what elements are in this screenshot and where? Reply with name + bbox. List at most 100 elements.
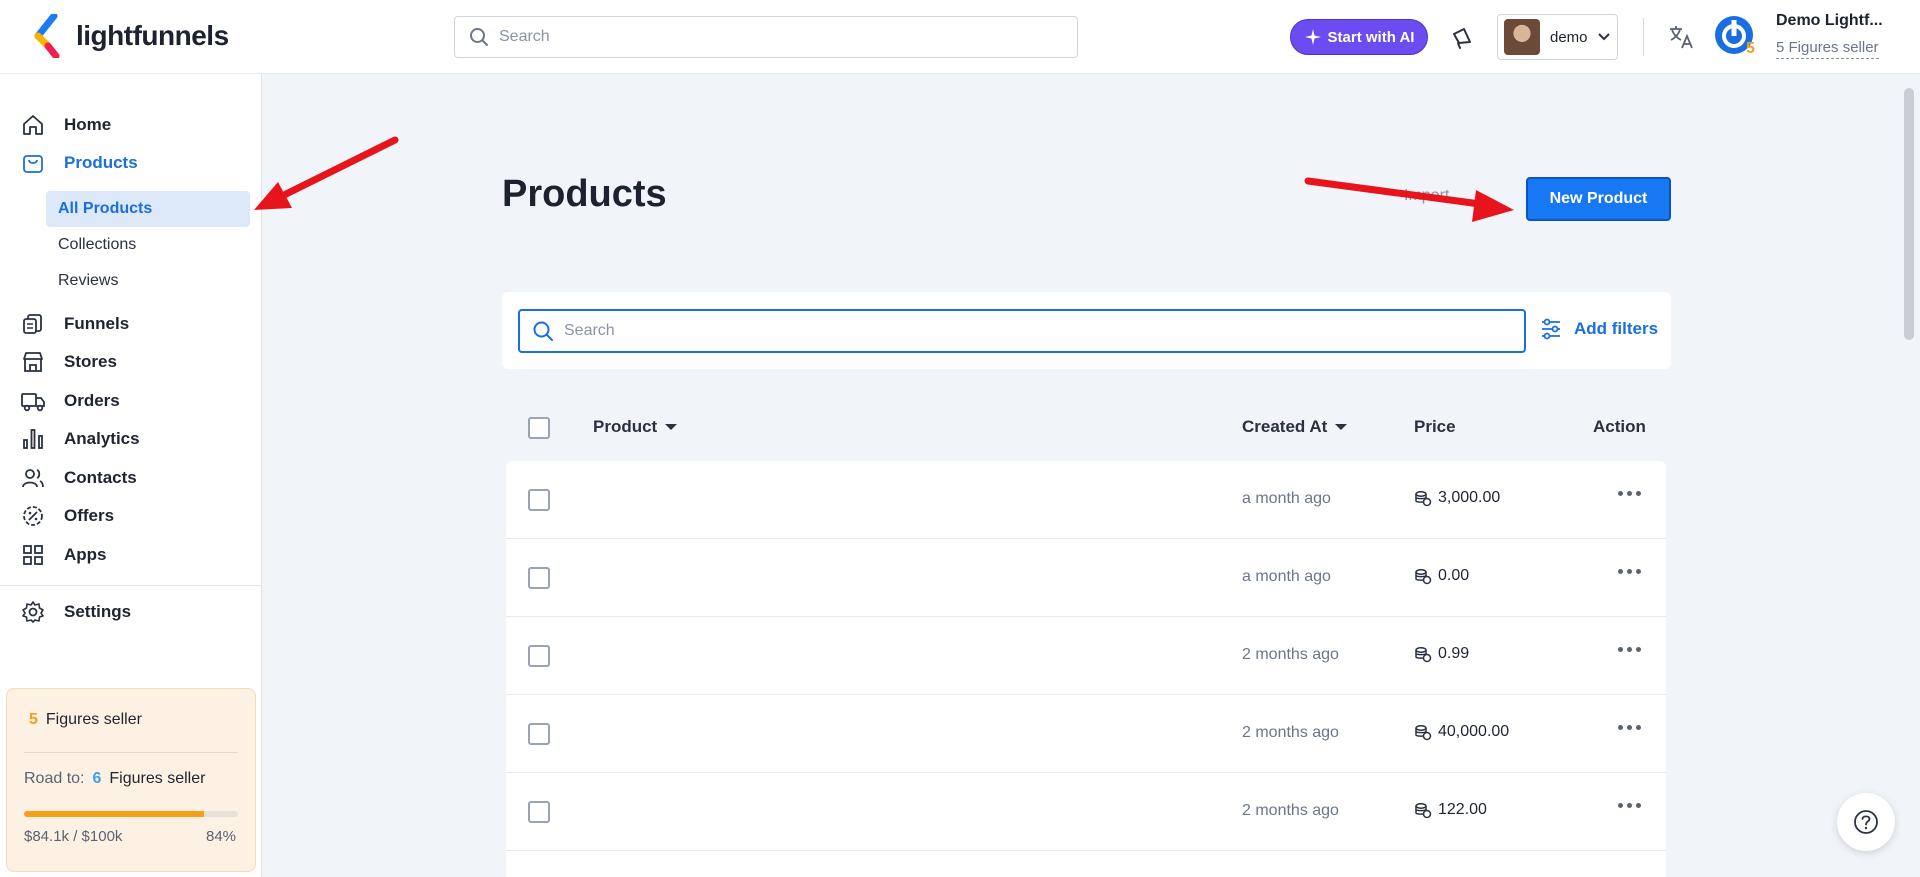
select-all-checkbox[interactable] — [528, 417, 550, 439]
table-row[interactable]: a month ago 3,000.00 — [506, 461, 1666, 539]
global-search-input[interactable] — [499, 28, 1059, 46]
megaphone-icon[interactable] — [1450, 24, 1476, 50]
start-with-ai-label: Start with AI — [1327, 28, 1415, 46]
add-filters-button[interactable]: Add filters — [1540, 318, 1658, 340]
row-price-value: 0.99 — [1438, 645, 1470, 662]
more-dot-icon — [1627, 491, 1632, 496]
store-icon — [20, 349, 46, 375]
account-name[interactable]: Demo Lightf... — [1776, 12, 1883, 30]
row-action-menu[interactable] — [1618, 803, 1641, 808]
coins-icon — [1415, 803, 1432, 819]
product-search[interactable] — [518, 309, 1526, 353]
sidebar-subitem-reviews[interactable]: Reviews — [46, 263, 250, 299]
truck-icon — [20, 388, 46, 414]
sidebar-item-offers[interactable]: Offers — [20, 501, 114, 531]
row-action-menu[interactable] — [1618, 725, 1641, 730]
sidebar-item-settings[interactable]: Settings — [20, 597, 131, 627]
top-bar: lightfunnels Start with AI demo 5 Demo L… — [0, 0, 1920, 74]
user-menu-button[interactable]: demo — [1497, 14, 1618, 60]
start-with-ai-button[interactable]: Start with AI — [1290, 19, 1428, 55]
more-dot-icon — [1618, 803, 1623, 808]
sidebar-item-orders[interactable]: Orders — [20, 386, 120, 416]
column-product[interactable]: Product — [593, 417, 678, 437]
more-dot-icon — [1618, 725, 1623, 730]
sidebar-item-products[interactable]: Products — [20, 148, 138, 178]
row-price: 122.00 — [1414, 801, 1487, 819]
column-created-at[interactable]: Created At — [1242, 417, 1348, 437]
sort-caret-icon — [665, 424, 678, 430]
search-icon — [533, 321, 553, 341]
sidebar-item-stores[interactable]: Stores — [20, 347, 117, 377]
new-product-button[interactable]: New Product — [1526, 177, 1671, 221]
more-dot-icon — [1618, 569, 1623, 574]
more-dot-icon — [1627, 569, 1632, 574]
sidebar-item-home[interactable]: Home — [20, 110, 111, 140]
coins-icon — [1415, 569, 1432, 585]
brand-logo[interactable]: lightfunnels — [34, 14, 229, 58]
topbar-divider — [1643, 18, 1644, 56]
sidebar-divider — [0, 585, 262, 586]
page-title: Products — [502, 173, 667, 215]
sidebar: Home Products All Products Collections R… — [0, 74, 262, 877]
lightfunnels-logo-icon — [34, 14, 60, 58]
filter-sliders-icon — [1542, 318, 1560, 340]
row-created-at: 2 months ago — [1242, 724, 1339, 741]
home-icon — [20, 112, 46, 138]
help-icon — [1854, 810, 1878, 834]
row-price-value: 3,000.00 — [1438, 489, 1501, 506]
more-dot-icon — [1627, 647, 1632, 652]
column-action: Action — [1593, 417, 1646, 437]
current-tier-label: Figures seller — [45, 711, 142, 728]
row-action-menu[interactable] — [1618, 647, 1641, 652]
more-dot-icon — [1636, 725, 1641, 730]
coins-icon — [1415, 647, 1432, 663]
sidebar-item-apps[interactable]: Apps — [20, 540, 107, 570]
column-price: Price — [1414, 417, 1456, 437]
sidebar-item-label: Home — [64, 115, 112, 134]
row-price-value: 0.00 — [1438, 567, 1470, 584]
sparkle-icon — [1304, 29, 1321, 45]
global-search[interactable] — [454, 16, 1078, 58]
column-created-at-label: Created At — [1242, 417, 1328, 436]
page-scrollbar[interactable] — [1904, 88, 1914, 340]
sidebar-item-analytics[interactable]: Analytics — [20, 424, 140, 454]
table-header: Product Created At Price Action — [506, 410, 1666, 446]
row-action-menu[interactable] — [1618, 491, 1641, 496]
sidebar-subitem-collections[interactable]: Collections — [46, 227, 250, 263]
sidebar-item-label: Analytics — [64, 429, 140, 448]
offers-icon — [20, 503, 46, 529]
product-search-input[interactable] — [564, 322, 1504, 340]
account-logo[interactable]: 5 — [1713, 14, 1759, 60]
apps-icon — [20, 542, 46, 568]
sidebar-item-funnels[interactable]: Funnels — [20, 309, 129, 339]
road-to-label: Road to: — [24, 770, 85, 787]
row-action-menu[interactable] — [1618, 569, 1641, 574]
table-row[interactable]: 2 months ago 40,000.00 — [506, 695, 1666, 773]
table-row[interactable]: 2 months ago 122.00 — [506, 773, 1666, 851]
current-tier-number: 5 — [29, 711, 38, 728]
translate-icon[interactable] — [1668, 24, 1694, 50]
account-tier[interactable]: 5 Figures seller — [1776, 39, 1879, 59]
row-checkbox[interactable] — [528, 489, 550, 511]
sidebar-item-contacts[interactable]: Contacts — [20, 463, 137, 493]
row-price-value: 40,000.00 — [1438, 723, 1510, 740]
avatar — [1504, 19, 1540, 55]
sidebar-item-label: Offers — [64, 506, 115, 525]
table-row[interactable]: 2 months ago 0.99 — [506, 617, 1666, 695]
contacts-icon — [20, 465, 46, 491]
sidebar-item-label: Apps — [64, 545, 107, 564]
coins-icon — [1415, 491, 1432, 507]
table-row[interactable]: a month ago 0.00 — [506, 539, 1666, 617]
row-checkbox[interactable] — [528, 801, 550, 823]
chevron-down-icon — [1597, 33, 1610, 41]
sidebar-item-label: Orders — [64, 391, 120, 410]
row-created-at: 2 months ago — [1242, 802, 1339, 819]
sidebar-subitem-all-products[interactable]: All Products — [46, 191, 250, 227]
row-checkbox[interactable] — [528, 723, 550, 745]
more-dot-icon — [1636, 647, 1641, 652]
help-button[interactable] — [1837, 793, 1895, 851]
row-checkbox[interactable] — [528, 567, 550, 589]
row-price-value: 122.00 — [1438, 801, 1487, 818]
sidebar-item-label: Contacts — [64, 468, 137, 487]
row-checkbox[interactable] — [528, 645, 550, 667]
